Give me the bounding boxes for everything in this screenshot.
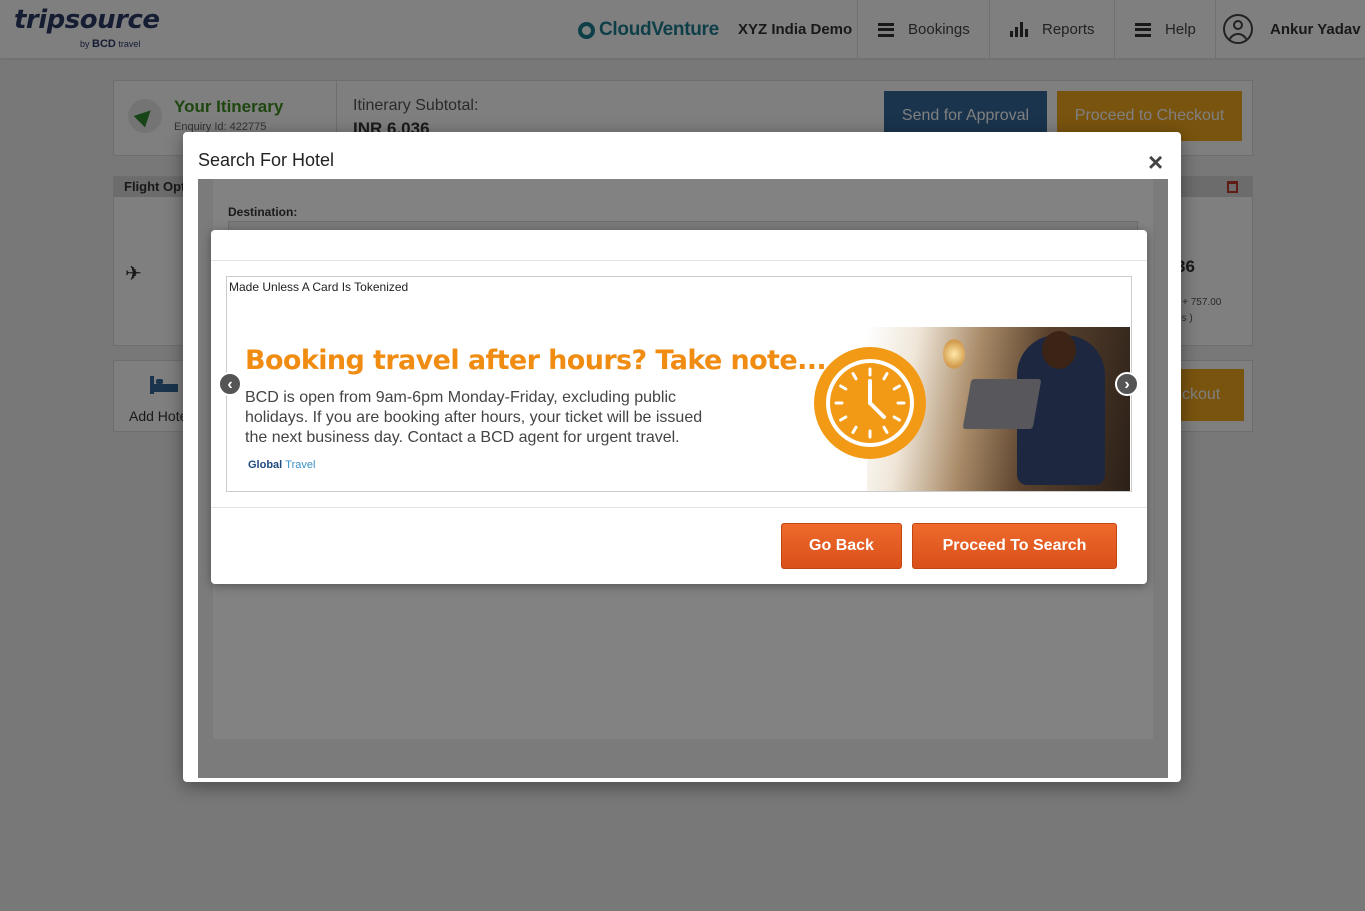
modal-title: Search For Hotel bbox=[198, 150, 335, 170]
clock-icon bbox=[814, 347, 926, 459]
banner-headline: Booking travel after hours? Take note... bbox=[245, 345, 827, 376]
notice-modal-header bbox=[211, 230, 1147, 261]
banner-body: BCD is open from 9am-6pm Monday-Friday, … bbox=[245, 389, 703, 446]
go-back-button[interactable]: Go Back bbox=[781, 523, 902, 569]
carousel-prev-icon[interactable]: ‹ bbox=[218, 372, 242, 396]
notice-modal: Made Unless A Card Is Tokenized Booking … bbox=[211, 230, 1147, 584]
close-icon[interactable]: × bbox=[1148, 149, 1163, 175]
notice-text: Made Unless A Card Is Tokenized bbox=[229, 280, 409, 294]
global-travel-logo: Global Travel bbox=[248, 459, 316, 471]
destination-label: Destination: bbox=[228, 205, 298, 219]
carousel-next-icon[interactable]: › bbox=[1115, 372, 1139, 396]
proceed-to-search-button[interactable]: Proceed To Search bbox=[912, 523, 1117, 569]
notice-carousel: Made Unless A Card Is Tokenized Booking … bbox=[226, 276, 1132, 492]
after-hours-banner: Booking travel after hours? Take note...… bbox=[227, 327, 1130, 491]
notice-modal-divider bbox=[211, 507, 1147, 508]
